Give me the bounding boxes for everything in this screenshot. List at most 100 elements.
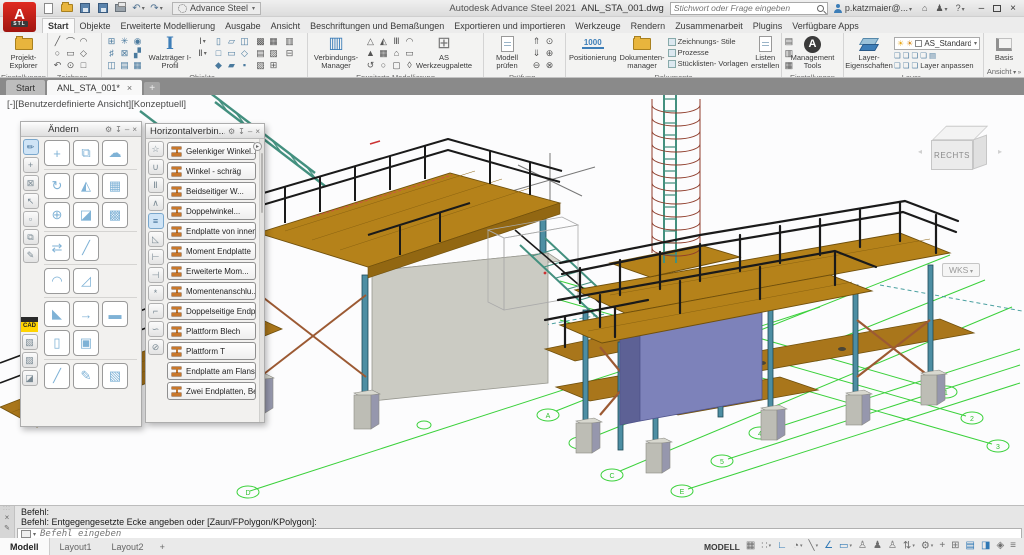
modify-category-icon[interactable]: ⊠ <box>23 175 39 191</box>
status-toggle-icon[interactable]: ▦ <box>746 541 755 551</box>
wks-selector[interactable]: WKS <box>942 263 980 277</box>
object-tool-icon[interactable]: ⊞ <box>105 35 118 47</box>
customize-layers-button[interactable]: Layer anpassen <box>920 61 973 70</box>
signed-in-user[interactable]: p.katzmaier@... <box>845 3 912 13</box>
modify-palette-titlebar[interactable]: Ändern ⚙ ↧ – × <box>21 122 141 137</box>
status-toggle-icon[interactable]: ♙ <box>858 541 867 551</box>
help-icon[interactable]: ? <box>956 3 965 13</box>
minimize-button[interactable]: – <box>979 3 985 14</box>
plate-tool-icon[interactable]: □ <box>212 47 225 59</box>
modify-tool-button[interactable]: ▬ <box>102 301 128 327</box>
connection-button[interactable]: Plattform Blech <box>167 322 256 340</box>
object-tool-icon[interactable]: ▞ <box>131 47 144 59</box>
object-tool-icon[interactable]: ▤ <box>118 59 131 71</box>
management-tools-button[interactable]: A Management Tools <box>788 35 838 71</box>
connection-category-icon[interactable]: ☆ <box>148 141 164 157</box>
app-store-icon[interactable]: ⌂ <box>922 3 927 13</box>
save-as-icon[interactable] <box>96 2 109 14</box>
connections-palette-titlebar[interactable]: Horizontalverbin... ⚙ ↧ – × <box>146 124 264 139</box>
advanced-tool-icon[interactable]: ▦ <box>377 47 390 59</box>
status-toggle-icon[interactable]: ▭ <box>839 541 852 552</box>
view-cube-left-arrow-icon[interactable]: ◂ <box>918 147 922 156</box>
status-toggle-icon[interactable]: ∷ <box>761 541 771 552</box>
ribbon-tab[interactable]: Ausgabe <box>220 19 266 33</box>
object-tool-icon[interactable]: ▦ <box>131 59 144 71</box>
model-viewport[interactable]: [-][Benutzerdefinierte Ansicht][Konzeptu… <box>0 95 1024 505</box>
command-history[interactable]: Befehl: Befehl: Entgegengesetzte Ecke an… <box>15 506 1024 528</box>
connection-button[interactable]: Endplatte von innen <box>167 222 256 240</box>
connection-category-icon[interactable]: ⌐ <box>148 303 164 319</box>
check-tool-icon[interactable]: ⇓ <box>530 47 543 59</box>
workspace-switcher[interactable]: Advance Steel <box>172 2 261 15</box>
modify-tool-button[interactable]: ╱ <box>44 363 70 389</box>
pin-icon[interactable]: ↧ <box>238 127 245 136</box>
layer-tool-icon[interactable]: ❏ <box>911 51 918 60</box>
connection-category-icon[interactable]: ∽ <box>148 321 164 337</box>
layer-tool-icon[interactable]: ❏ <box>894 51 901 60</box>
numbering-button[interactable]: 1000 Positionierung <box>569 35 617 62</box>
model-space-label[interactable]: MODELL <box>704 542 740 552</box>
draw-tool-icon[interactable]: ▭ <box>64 47 77 59</box>
modify-category-icon[interactable]: ▫ <box>23 211 39 227</box>
modify-tool-button[interactable]: ▩ <box>102 202 128 228</box>
modify-tool-button[interactable]: → <box>73 301 99 327</box>
modify-tool-button[interactable]: ╱ <box>73 235 99 261</box>
ribbon-tab[interactable]: Objekte <box>75 19 116 33</box>
modify-tool-button[interactable]: ◪ <box>73 202 99 228</box>
plate-tool-icon[interactable]: ▪ <box>238 59 251 71</box>
ribbon-tab[interactable]: Ansicht <box>266 19 306 33</box>
grating-tool-icon[interactable]: ▩ <box>254 35 267 47</box>
draw-tool-icon[interactable]: □ <box>77 59 90 71</box>
connection-button[interactable]: Beidseitiger W... <box>167 182 256 200</box>
new-drawing-tab[interactable]: + <box>144 82 160 95</box>
modify-category-icon[interactable]: ◪ <box>22 370 38 386</box>
advanced-tool-icon[interactable]: ▭ <box>403 47 416 59</box>
modify-tool-button[interactable]: ⧉ <box>73 140 99 166</box>
gear-icon[interactable]: ⚙ <box>105 125 112 134</box>
drawing-styles-button[interactable]: Zeichnungs- Stile <box>668 37 748 46</box>
modify-tool-button[interactable]: ◭ <box>73 173 99 199</box>
connection-button[interactable]: Moment Endplatte <box>167 242 256 260</box>
connection-category-icon[interactable]: ◺ <box>148 231 164 247</box>
close-icon[interactable]: × <box>132 125 137 134</box>
connection-button[interactable]: Doppelwinkel... <box>167 202 256 220</box>
connection-button[interactable]: Endplatte am Flansc... <box>167 362 256 380</box>
check-tool-icon[interactable]: ⊖ <box>530 59 543 71</box>
close-icon[interactable]: × <box>5 513 10 522</box>
ribbon-tab[interactable]: Verfügbare Apps <box>787 19 864 33</box>
ribbon-tab[interactable]: Werkzeuge <box>570 19 625 33</box>
plate-tool-icon[interactable]: ▰ <box>225 59 238 71</box>
modify-category-icon[interactable]: ⧉ <box>23 229 39 245</box>
status-toggle-icon[interactable]: ≡ <box>1010 541 1016 551</box>
connection-category-icon[interactable]: ⊣ <box>148 267 164 283</box>
connection-button[interactable]: Momentenanschlu... <box>167 282 256 300</box>
object-tool-icon[interactable]: ◉ <box>131 35 144 47</box>
connection-category-icon[interactable]: ⊢ <box>148 249 164 265</box>
close-icon[interactable]: × <box>255 127 260 136</box>
create-lists-button[interactable]: Listen erstellen <box>751 35 779 71</box>
modify-tool-button[interactable]: ☁ <box>102 140 128 166</box>
connection-category-icon[interactable]: ≡ <box>148 213 164 229</box>
advanced-tool-icon[interactable]: ◊ <box>403 59 416 71</box>
document-manager-button[interactable]: Dokumenten-manager <box>620 35 665 71</box>
connection-button[interactable]: Plattform T <box>167 342 256 360</box>
layer-properties-button[interactable]: Layer-Eigenschaften <box>847 35 891 71</box>
minimize-icon[interactable]: – <box>125 125 129 134</box>
connection-button[interactable]: Winkel - schräg <box>167 162 256 180</box>
check-model-button[interactable]: Modell prüfen <box>487 35 527 71</box>
status-toggle-icon[interactable]: ∟ <box>777 541 787 551</box>
draw-tool-icon[interactable]: ╱ <box>51 35 64 47</box>
close-button[interactable]: × <box>1010 3 1016 14</box>
connection-button[interactable]: Doppelseitige Endplat... <box>167 302 256 320</box>
view-cube-front-face[interactable]: RECHTS <box>931 140 973 170</box>
grating-tool-icon[interactable]: ▨ <box>267 47 280 59</box>
modify-tool-button[interactable]: ⇄ <box>44 235 70 261</box>
misc-object-icon[interactable]: ⊟ <box>283 47 296 59</box>
customize-icon[interactable]: ✎ <box>4 524 10 532</box>
base-view-button[interactable]: Basis <box>987 35 1021 62</box>
draw-tool-icon[interactable]: ◠ <box>77 35 90 47</box>
plot-icon[interactable] <box>114 2 127 14</box>
viewport-controls-label[interactable]: [-][Benutzerdefinierte Ansicht][Konzeptu… <box>7 99 186 110</box>
draw-tool-icon[interactable]: ◇ <box>77 47 90 59</box>
grating-tool-icon[interactable]: ⊞ <box>267 59 280 71</box>
